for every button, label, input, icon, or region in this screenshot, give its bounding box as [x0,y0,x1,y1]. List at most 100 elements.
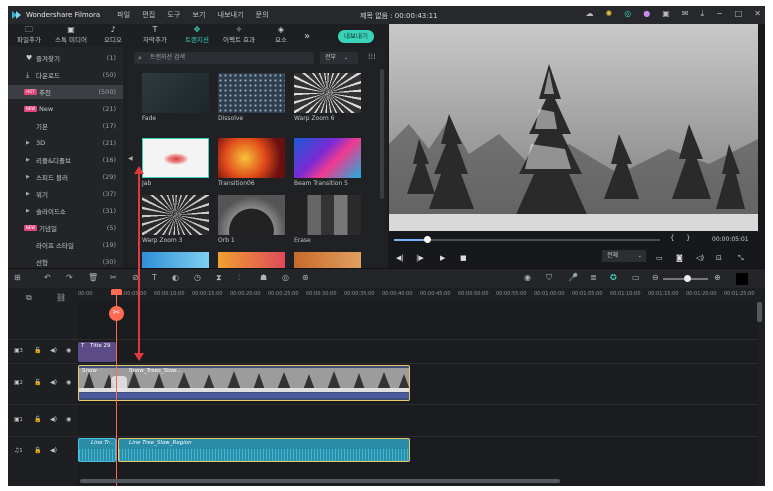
eye-icon[interactable]: ◉ [66,347,71,354]
video-clip-snow[interactable]: Snow Snow_Trees_Slow... [78,365,410,401]
preview-quality-dropdown[interactable]: 전체 ⌄ [602,250,646,262]
sidebar-item-speed-blur[interactable]: ▶ 스피드 블러 (29) [8,170,123,184]
avatar-icon[interactable]: ● [643,9,650,19]
filter-dropdown[interactable]: 전부 ⌄ [320,52,358,64]
transition-thumb-erase[interactable] [294,195,361,235]
mute-icon[interactable]: ◀) [50,416,57,423]
sidebar-item-downloads[interactable]: ⤓ 다운로드 (50) [8,68,123,82]
mute-icon[interactable]: ◀) [50,347,57,354]
lock-icon[interactable]: 🔓 [34,416,41,423]
search-input[interactable]: ⌕ 트랜지션 검색 [134,52,314,64]
add-track-icon[interactable]: ⧉ [26,293,32,303]
sidebar-item-warp[interactable]: ▶ 워기 (37) [8,187,123,201]
download-icon[interactable]: ⤓ [700,9,704,19]
audio-clip-line-tree-1[interactable]: Line Tr... [78,438,116,462]
export-button[interactable]: 내보내기 [338,30,374,43]
panel-toggle-icon[interactable] [736,273,748,285]
sidebar-item-favorites[interactable]: ♥ 즐겨찾기 (1) [8,51,123,65]
tab-stock-media[interactable]: ▣ 스톡 미디어 [50,25,92,46]
ai-icon[interactable]: ✪ [610,273,617,282]
sidebar-item-linear[interactable]: 선형 (30) [8,255,123,269]
transition-thumb-transition06[interactable] [218,138,285,178]
tab-effects[interactable]: ✧ 이펙트 효과 [218,25,260,46]
audio-clip-line-tree-2[interactable]: Line Tree_Slow_Region [118,438,410,462]
marker-icon[interactable]: ⛉ [546,273,552,283]
step-back-icon[interactable]: ◀| [396,254,404,262]
mute-icon[interactable]: ◀) [50,379,57,386]
zoom-in-icon[interactable]: ⊕ [714,273,721,282]
more-tabs-icon[interactable]: » [304,31,310,42]
tab-transitions[interactable]: ✥ 트랜지션 [176,25,218,46]
transition-thumb-row4-3[interactable] [294,252,361,268]
timeline-vertical-scrollbar[interactable] [757,302,762,322]
sidebar-item-slideshow[interactable]: ▶ 슬라이드쇼 (31) [8,204,123,218]
playback-scrubber[interactable] [424,236,431,243]
playhead-handle[interactable] [111,289,122,295]
mark-in-icon[interactable]: { [670,234,674,242]
sidebar-item-recommended[interactable]: HOT 추천 (500) [8,85,123,99]
tab-titles[interactable]: T 자막추가 [134,25,176,46]
cloud-icon[interactable]: ☁ [586,9,594,19]
menu-export[interactable]: 내보내기 [218,11,244,19]
freeze-icon[interactable]: ⧗ [216,273,222,283]
close-button[interactable]: ✕ [754,9,761,19]
zoom-out-icon[interactable]: ⊖ [652,273,659,282]
split-audio-icon[interactable]: ⫶ [238,273,240,283]
cut-icon[interactable]: ✂ [110,273,117,282]
transition-thumb-row4-2[interactable] [218,252,285,268]
sidebar-item-basic[interactable]: 기본 (17) [8,119,123,133]
transition-thumb-dissolve[interactable] [218,73,285,113]
title-clip[interactable]: T Title 29 [78,342,116,362]
audio-adjust-icon[interactable]: ☗ [260,273,267,282]
library-scrollbar[interactable] [380,69,384,199]
undo-icon[interactable]: ↶ [44,273,51,282]
motion-icon[interactable]: ◎ [282,273,289,282]
collapse-arrow-icon[interactable]: ◀ [128,155,133,162]
transition-thumb-warp-zoom-6[interactable] [294,73,361,113]
redo-icon[interactable]: ↷ [66,273,73,282]
speed-icon[interactable]: ◷ [194,273,201,282]
prev-frame-icon[interactable]: |▶ [416,254,424,262]
stabilize-icon[interactable]: ⊛ [302,273,309,282]
lock-icon[interactable]: 🔓 [34,347,41,354]
sidebar-item-anniversary[interactable]: NEW 기념일 (5) [8,221,123,235]
delete-icon[interactable]: 🗑 [88,273,98,282]
tab-audio[interactable]: ♪ 오디오 [92,25,134,46]
menu-tools[interactable]: 도구 [167,11,180,19]
transition-thumb-row4-1[interactable] [142,252,209,268]
scissors-icon[interactable]: ✂ [109,306,124,321]
link-icon[interactable]: ⛓ [56,293,66,302]
menu-inquiry[interactable]: 문의 [256,11,269,19]
sidebar-item-lifestyle[interactable]: 라이프 스타일 (19) [8,238,123,252]
subtitle-icon[interactable]: ▭ [632,273,640,282]
mark-out-icon[interactable]: } [686,234,690,242]
maximize-button[interactable]: □ [735,9,743,19]
volume-icon[interactable]: ◁) [696,254,704,262]
menu-file[interactable]: 파일 [117,11,130,19]
playback-progress-track[interactable] [394,239,660,241]
aspect-icon[interactable]: ⊡ [716,254,722,262]
minimize-button[interactable]: − [716,9,723,19]
transition-thumb-beam-transition-5[interactable] [294,138,361,178]
snapshot-icon[interactable]: ◙ [676,254,683,262]
play-icon[interactable]: ▶ [440,254,445,262]
menu-edit[interactable]: 편집 [142,11,155,19]
headset-icon[interactable]: ◎ [624,9,631,19]
transition-thumb-fade[interactable] [142,73,209,113]
eye-icon[interactable]: ◉ [66,379,71,386]
transition-thumb-warp-zoom-3[interactable] [142,195,209,235]
mail-icon[interactable]: ✉ [682,9,689,19]
lock-icon[interactable]: 🔓 [34,447,41,454]
render-icon[interactable]: ◉ [524,273,531,282]
transition-thumb-orb-1[interactable] [218,195,285,235]
transition-thumb-jab[interactable] [142,138,209,178]
timeline-ruler[interactable]: 00:00 00:00:05:00 00:00:10:00 00:00:15:00 00… [78,289,758,301]
sidebar-item-ripple-dissolve[interactable]: ▶ 리플&디졸브 (16) [8,153,123,167]
lock-icon[interactable]: 🔓 [34,379,41,386]
sidebar-item-3d[interactable]: ▶ 3D (21) [8,136,123,150]
grid-view-icon[interactable]: ⁞⁞⁞ [368,52,376,61]
eye-icon[interactable]: ◉ [66,416,71,423]
sun-icon[interactable]: ✺ [606,9,613,19]
text-tool-icon[interactable]: T [152,273,157,282]
tab-elements[interactable]: ◈ 요소 [260,25,302,46]
